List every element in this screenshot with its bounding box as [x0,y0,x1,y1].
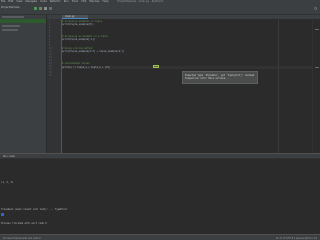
tree-item[interactable] [2,29,18,31]
tree-item[interactable] [2,16,24,18]
build-icon[interactable] [49,7,52,10]
code-line: print(tuple_example[-1]) [62,38,96,41]
code-line: print(tuple_example[1:3] + tuple_example… [62,50,125,53]
run-panel: Run: main (1, 2, 3) Traceback (most rece… [0,153,320,234]
line-number-gutter: 1 2 3 4 5 6 7 8 9 10 11 12 13 14 15 16 1… [47,19,62,153]
code-line: # Concatenate tuples [62,62,90,65]
scroll-marker [315,67,319,68]
project-name[interactable]: ProjectSample [1,6,20,10]
code-line: print(tuple_example[0]) [62,23,94,26]
tooltip-more-actions[interactable]: Inspection info: More actions... [185,77,255,80]
inline-hint-highlight[interactable] [153,65,159,68]
run-panel-header: Run: main [0,154,320,159]
run-panel-title: Run: main [3,155,16,158]
console-line: Process finished with exit code 0 [1,222,47,225]
tree-item[interactable] [2,25,20,27]
code-line-current: print(a := tuple_a + tuple_b + (0)) [62,66,111,69]
run-icon[interactable] [34,7,37,10]
project-panel [0,15,47,153]
right-margin-guide [278,19,279,153]
status-info[interactable]: 11:37 LF UTF-8 4 spaces Python 3.9 [276,237,317,240]
stop-icon[interactable] [44,7,47,10]
code-editor[interactable]: # Accessing elements in tuple print(tupl… [62,19,312,153]
line-number: 19 [49,74,52,77]
tree-item-selected[interactable] [0,19,46,23]
console-input-marker[interactable] [1,213,4,216]
error-tooltip[interactable]: Expected type 'Iterable', got 'tuple[int… [182,71,258,84]
editor-scrollbar[interactable] [312,19,320,153]
search-icon[interactable] [314,7,318,10]
debug-icon[interactable] [39,7,42,10]
scroll-marker [315,29,319,30]
status-message: Process finished with exit code 0 [3,236,41,240]
status-bar: Process finished with exit code 0 11:37 … [0,234,320,240]
console-line: Traceback (most recent call last): ... T… [1,208,68,211]
toolbar: ProjectSample [0,4,320,15]
console-line: (1, 2, 3) [1,181,14,184]
